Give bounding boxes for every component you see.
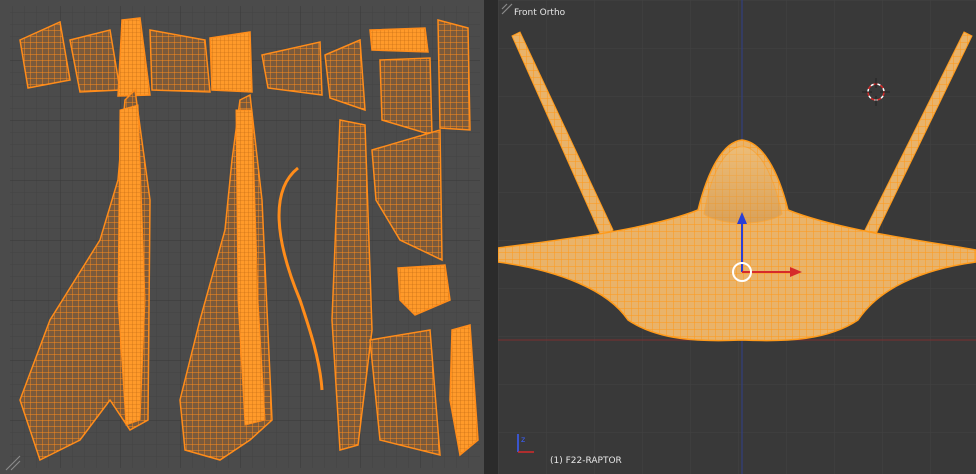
viewport-canvas[interactable]: z — [498, 0, 976, 474]
uv-island[interactable] — [369, 27, 429, 53]
3d-viewport[interactable]: z Front Ortho (1) F22-RAPTOR — [498, 0, 976, 474]
svg-text:z: z — [521, 435, 525, 444]
active-object-label: (1) F22-RAPTOR — [550, 456, 622, 466]
uv-editor[interactable] — [0, 0, 484, 474]
uv-island[interactable] — [209, 31, 253, 93]
view-label: Front Ortho — [514, 8, 566, 18]
uv-canvas[interactable] — [0, 0, 484, 474]
uv-island[interactable] — [437, 19, 471, 131]
uv-island[interactable] — [149, 29, 211, 93]
area-divider[interactable] — [484, 0, 498, 474]
uv-island[interactable] — [369, 329, 441, 456]
